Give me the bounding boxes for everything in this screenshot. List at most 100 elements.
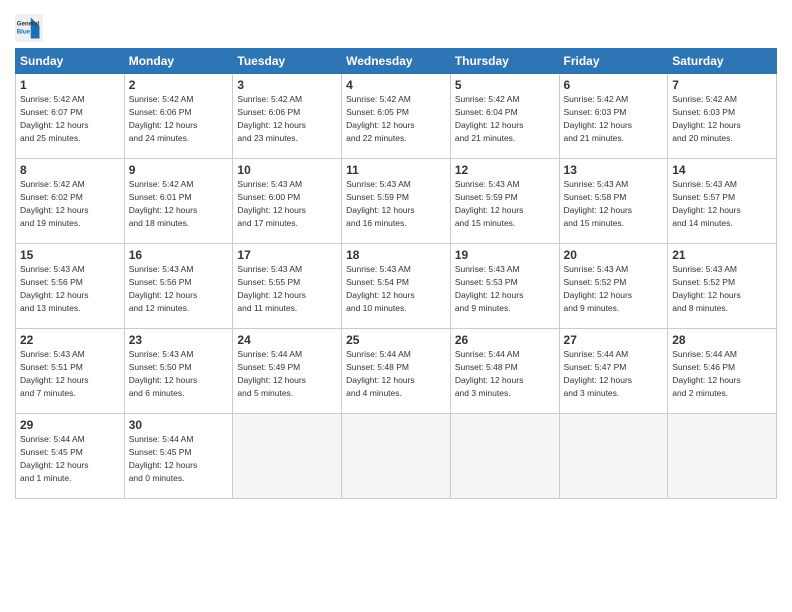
day-info: Sunrise: 5:43 AM Sunset: 5:57 PM Dayligh…	[672, 179, 741, 227]
day-number: 4	[346, 77, 446, 93]
week-row-1: 1Sunrise: 5:42 AM Sunset: 6:07 PM Daylig…	[16, 74, 777, 159]
day-info: Sunrise: 5:43 AM Sunset: 5:53 PM Dayligh…	[455, 264, 524, 312]
day-info: Sunrise: 5:43 AM Sunset: 6:00 PM Dayligh…	[237, 179, 306, 227]
day-number: 3	[237, 77, 337, 93]
day-info: Sunrise: 5:43 AM Sunset: 5:55 PM Dayligh…	[237, 264, 306, 312]
day-info: Sunrise: 5:44 AM Sunset: 5:46 PM Dayligh…	[672, 349, 741, 397]
day-info: Sunrise: 5:43 AM Sunset: 5:56 PM Dayligh…	[129, 264, 198, 312]
day-info: Sunrise: 5:44 AM Sunset: 5:45 PM Dayligh…	[20, 434, 89, 482]
day-info: Sunrise: 5:42 AM Sunset: 6:01 PM Dayligh…	[129, 179, 198, 227]
day-number: 2	[129, 77, 229, 93]
day-info: Sunrise: 5:43 AM Sunset: 5:54 PM Dayligh…	[346, 264, 415, 312]
calendar-cell: 17Sunrise: 5:43 AM Sunset: 5:55 PM Dayli…	[233, 244, 342, 329]
day-number: 28	[672, 332, 772, 348]
weekday-header-saturday: Saturday	[668, 49, 777, 74]
header: General Blue	[15, 10, 777, 42]
day-number: 25	[346, 332, 446, 348]
calendar-cell: 13Sunrise: 5:43 AM Sunset: 5:58 PM Dayli…	[559, 159, 668, 244]
day-info: Sunrise: 5:42 AM Sunset: 6:03 PM Dayligh…	[672, 94, 741, 142]
day-number: 6	[564, 77, 664, 93]
day-number: 9	[129, 162, 229, 178]
calendar-cell: 25Sunrise: 5:44 AM Sunset: 5:48 PM Dayli…	[342, 329, 451, 414]
calendar-cell: 5Sunrise: 5:42 AM Sunset: 6:04 PM Daylig…	[450, 74, 559, 159]
week-row-2: 8Sunrise: 5:42 AM Sunset: 6:02 PM Daylig…	[16, 159, 777, 244]
logo: General Blue	[15, 14, 43, 42]
calendar-cell	[559, 414, 668, 499]
day-number: 12	[455, 162, 555, 178]
week-row-5: 29Sunrise: 5:44 AM Sunset: 5:45 PM Dayli…	[16, 414, 777, 499]
calendar-cell: 3Sunrise: 5:42 AM Sunset: 6:06 PM Daylig…	[233, 74, 342, 159]
day-number: 18	[346, 247, 446, 263]
day-number: 11	[346, 162, 446, 178]
day-number: 20	[564, 247, 664, 263]
calendar-cell	[668, 414, 777, 499]
day-info: Sunrise: 5:42 AM Sunset: 6:04 PM Dayligh…	[455, 94, 524, 142]
calendar-cell: 14Sunrise: 5:43 AM Sunset: 5:57 PM Dayli…	[668, 159, 777, 244]
calendar-body: 1Sunrise: 5:42 AM Sunset: 6:07 PM Daylig…	[16, 74, 777, 499]
weekday-header-monday: Monday	[124, 49, 233, 74]
calendar-cell	[342, 414, 451, 499]
calendar-cell: 24Sunrise: 5:44 AM Sunset: 5:49 PM Dayli…	[233, 329, 342, 414]
calendar-cell: 30Sunrise: 5:44 AM Sunset: 5:45 PM Dayli…	[124, 414, 233, 499]
day-info: Sunrise: 5:43 AM Sunset: 5:59 PM Dayligh…	[346, 179, 415, 227]
day-info: Sunrise: 5:42 AM Sunset: 6:02 PM Dayligh…	[20, 179, 89, 227]
day-number: 10	[237, 162, 337, 178]
day-number: 23	[129, 332, 229, 348]
day-number: 22	[20, 332, 120, 348]
calendar-cell: 18Sunrise: 5:43 AM Sunset: 5:54 PM Dayli…	[342, 244, 451, 329]
calendar-cell	[233, 414, 342, 499]
weekday-header-wednesday: Wednesday	[342, 49, 451, 74]
calendar-cell: 9Sunrise: 5:42 AM Sunset: 6:01 PM Daylig…	[124, 159, 233, 244]
day-number: 27	[564, 332, 664, 348]
weekday-header-thursday: Thursday	[450, 49, 559, 74]
calendar-cell: 1Sunrise: 5:42 AM Sunset: 6:07 PM Daylig…	[16, 74, 125, 159]
calendar-cell: 22Sunrise: 5:43 AM Sunset: 5:51 PM Dayli…	[16, 329, 125, 414]
day-number: 13	[564, 162, 664, 178]
svg-text:General: General	[17, 20, 40, 27]
weekday-header-tuesday: Tuesday	[233, 49, 342, 74]
day-info: Sunrise: 5:42 AM Sunset: 6:03 PM Dayligh…	[564, 94, 633, 142]
calendar-cell: 7Sunrise: 5:42 AM Sunset: 6:03 PM Daylig…	[668, 74, 777, 159]
calendar-cell: 23Sunrise: 5:43 AM Sunset: 5:50 PM Dayli…	[124, 329, 233, 414]
calendar-cell: 2Sunrise: 5:42 AM Sunset: 6:06 PM Daylig…	[124, 74, 233, 159]
weekday-header-sunday: Sunday	[16, 49, 125, 74]
day-info: Sunrise: 5:43 AM Sunset: 5:56 PM Dayligh…	[20, 264, 89, 312]
calendar-header: SundayMondayTuesdayWednesdayThursdayFrid…	[16, 49, 777, 74]
logo-icon: General Blue	[15, 14, 43, 42]
day-number: 24	[237, 332, 337, 348]
day-info: Sunrise: 5:42 AM Sunset: 6:05 PM Dayligh…	[346, 94, 415, 142]
day-info: Sunrise: 5:44 AM Sunset: 5:48 PM Dayligh…	[455, 349, 524, 397]
day-number: 16	[129, 247, 229, 263]
day-info: Sunrise: 5:42 AM Sunset: 6:06 PM Dayligh…	[237, 94, 306, 142]
day-number: 29	[20, 417, 120, 433]
calendar-cell: 29Sunrise: 5:44 AM Sunset: 5:45 PM Dayli…	[16, 414, 125, 499]
calendar-cell	[450, 414, 559, 499]
calendar-cell: 4Sunrise: 5:42 AM Sunset: 6:05 PM Daylig…	[342, 74, 451, 159]
day-info: Sunrise: 5:43 AM Sunset: 5:58 PM Dayligh…	[564, 179, 633, 227]
calendar-cell: 20Sunrise: 5:43 AM Sunset: 5:52 PM Dayli…	[559, 244, 668, 329]
day-info: Sunrise: 5:43 AM Sunset: 5:59 PM Dayligh…	[455, 179, 524, 227]
day-info: Sunrise: 5:44 AM Sunset: 5:48 PM Dayligh…	[346, 349, 415, 397]
day-number: 5	[455, 77, 555, 93]
day-number: 14	[672, 162, 772, 178]
calendar-table: SundayMondayTuesdayWednesdayThursdayFrid…	[15, 48, 777, 499]
day-number: 21	[672, 247, 772, 263]
day-number: 15	[20, 247, 120, 263]
day-info: Sunrise: 5:42 AM Sunset: 6:06 PM Dayligh…	[129, 94, 198, 142]
day-number: 19	[455, 247, 555, 263]
calendar-cell: 6Sunrise: 5:42 AM Sunset: 6:03 PM Daylig…	[559, 74, 668, 159]
day-info: Sunrise: 5:43 AM Sunset: 5:50 PM Dayligh…	[129, 349, 198, 397]
day-number: 30	[129, 417, 229, 433]
calendar-cell: 10Sunrise: 5:43 AM Sunset: 6:00 PM Dayli…	[233, 159, 342, 244]
calendar-cell: 15Sunrise: 5:43 AM Sunset: 5:56 PM Dayli…	[16, 244, 125, 329]
day-number: 26	[455, 332, 555, 348]
day-number: 1	[20, 77, 120, 93]
calendar-cell: 8Sunrise: 5:42 AM Sunset: 6:02 PM Daylig…	[16, 159, 125, 244]
calendar-cell: 21Sunrise: 5:43 AM Sunset: 5:52 PM Dayli…	[668, 244, 777, 329]
day-info: Sunrise: 5:42 AM Sunset: 6:07 PM Dayligh…	[20, 94, 89, 142]
calendar-cell: 11Sunrise: 5:43 AM Sunset: 5:59 PM Dayli…	[342, 159, 451, 244]
weekday-header-friday: Friday	[559, 49, 668, 74]
weekday-row: SundayMondayTuesdayWednesdayThursdayFrid…	[16, 49, 777, 74]
day-info: Sunrise: 5:43 AM Sunset: 5:51 PM Dayligh…	[20, 349, 89, 397]
day-info: Sunrise: 5:44 AM Sunset: 5:49 PM Dayligh…	[237, 349, 306, 397]
